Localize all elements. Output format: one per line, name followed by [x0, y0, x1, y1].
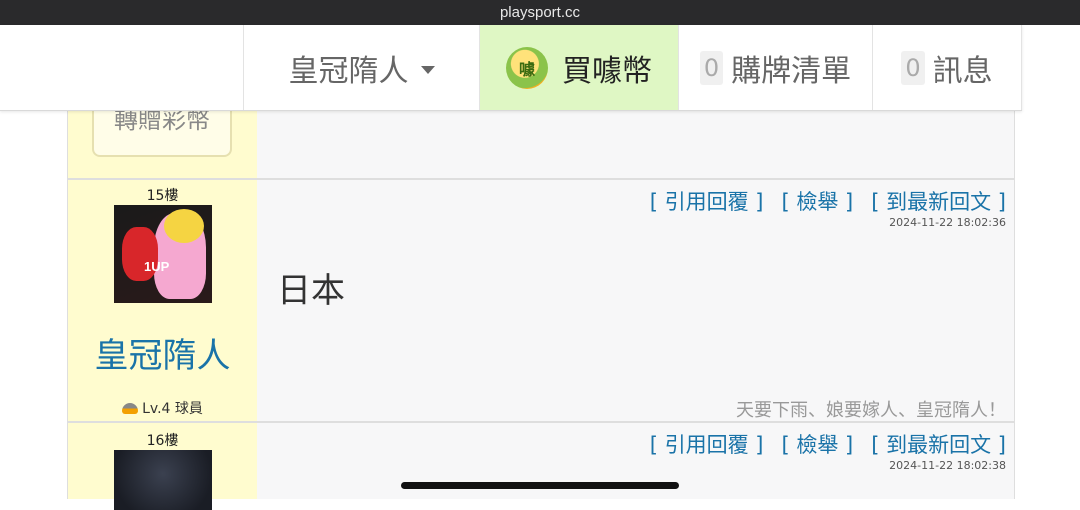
- browser-url-bar[interactable]: playsport.cc: [0, 0, 1080, 25]
- caret-down-icon: [420, 65, 435, 74]
- report-link[interactable]: [ 檢舉 ]: [782, 433, 854, 457]
- post-actions: [ 引用回覆 ] [ 檢舉 ] [ 到最新回文 ]: [632, 186, 1006, 216]
- user-level: Lv.4 球員: [68, 398, 257, 418]
- avatar[interactable]: 1UP: [114, 205, 212, 303]
- latest-reply-link[interactable]: [ 到最新回文 ]: [871, 190, 1006, 214]
- messages-label: 訊息: [932, 53, 993, 89]
- avatar-badge: 1UP: [144, 259, 170, 274]
- top-nav: 皇冠隋人 噱 買噱幣 0 購牌清單 0 訊息: [0, 25, 1022, 111]
- purchase-list-label: 購牌清單: [731, 53, 852, 89]
- post-timestamp: 2024-11-22 18:02:38: [889, 459, 1006, 472]
- coin-icon: 噱: [506, 46, 548, 89]
- user-menu[interactable]: 皇冠隋人: [243, 25, 479, 110]
- post-user-column: 16樓: [68, 423, 257, 510]
- thread-container: 轉贈彩幣 15樓 1UP 皇冠隋人 Lv.4 球員 [ 引用回覆 ][ 檢舉 ]…: [67, 95, 1015, 510]
- purchase-list-button[interactable]: 0 購牌清單: [678, 25, 872, 110]
- quote-reply-link[interactable]: [ 引用回覆 ]: [650, 190, 764, 214]
- url-text: playsport.cc: [499, 4, 581, 21]
- latest-reply-link[interactable]: [ 到最新回文 ]: [871, 433, 1006, 457]
- floor-number: 16樓: [146, 433, 179, 449]
- post-timestamp: 2024-11-22 18:02:36: [889, 216, 1006, 229]
- post-actions: [ 引用回覆 ] [ 檢舉 ] [ 到最新回文 ]: [632, 429, 1006, 459]
- floor-number: 15樓: [146, 188, 179, 204]
- post-user-column: 15樓 1UP 皇冠隋人 Lv.4 球員: [68, 180, 257, 421]
- report-link[interactable]: [ 檢舉 ]: [782, 190, 854, 214]
- buy-coin-label: 買噱幣: [562, 53, 652, 89]
- username-link[interactable]: 皇冠隋人: [68, 328, 257, 377]
- message-count-badge: 0: [901, 50, 925, 85]
- post-body: 日本: [277, 271, 345, 311]
- messages-button[interactable]: 0 訊息: [872, 25, 1022, 110]
- buy-coin-button[interactable]: 噱 買噱幣: [479, 25, 678, 110]
- quote-reply-link[interactable]: [ 引用回覆 ]: [650, 433, 764, 457]
- user-signature: 天要下雨、娘要嫁人、皇冠隋人！: [736, 400, 1006, 421]
- avatar[interactable]: [114, 450, 212, 510]
- cart-count-badge: 0: [699, 50, 724, 85]
- level-helmet-icon: [122, 403, 139, 414]
- post-content-column: [ 引用回覆 ] [ 檢舉 ] [ 到最新回文 ] 2024-11-22 18:02…: [257, 180, 1014, 421]
- home-indicator[interactable]: [401, 482, 679, 489]
- user-menu-label: 皇冠隋人: [288, 53, 409, 89]
